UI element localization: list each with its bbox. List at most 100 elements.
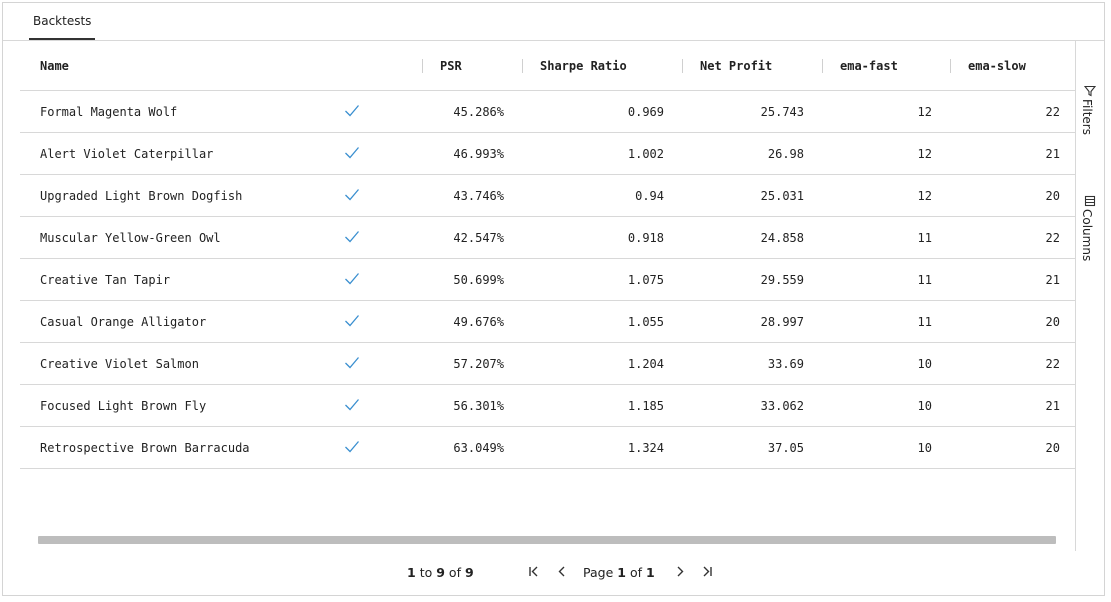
table-row[interactable]: Upgraded Light Brown Dogfish 43.746% 0.94 2… bbox=[20, 175, 1075, 217]
horizontal-scrollbar[interactable] bbox=[38, 536, 1056, 544]
cell-psr: 42.547% bbox=[453, 231, 504, 245]
column-resize-handle[interactable] bbox=[422, 59, 423, 73]
row-count-summary: 1 to 9 of 9 bbox=[407, 565, 474, 580]
cell-ema-slow: 20 bbox=[1045, 189, 1060, 203]
cell-ema-fast: 10 bbox=[917, 441, 932, 455]
table-row[interactable]: Retrospective Brown Barracuda 63.049% 1.32… bbox=[20, 427, 1075, 469]
cell-name: Casual Orange Alligator bbox=[40, 315, 207, 329]
column-header-psr[interactable]: PSR bbox=[440, 41, 462, 91]
pagination-bar: 1 to 9 of 9 Page 1 of 1 bbox=[3, 551, 1104, 597]
check-icon bbox=[345, 189, 359, 201]
cell-sharpe-ratio: 1.185 bbox=[627, 399, 664, 413]
cell-net-profit: 25.743 bbox=[760, 105, 804, 119]
first-page-icon bbox=[529, 566, 538, 577]
previous-page-button[interactable] bbox=[555, 564, 569, 580]
cell-ema-slow: 22 bbox=[1045, 105, 1060, 119]
check-icon bbox=[345, 315, 359, 327]
cell-net-profit: 29.559 bbox=[760, 273, 804, 287]
column-header-name[interactable]: Name bbox=[40, 41, 69, 91]
chevron-left-icon bbox=[558, 566, 565, 577]
cell-psr: 46.993% bbox=[453, 147, 504, 161]
cell-net-profit: 33.062 bbox=[760, 399, 804, 413]
cell-ema-fast: 12 bbox=[917, 105, 932, 119]
cell-ema-slow: 20 bbox=[1045, 441, 1060, 455]
table-row[interactable]: Alert Violet Caterpillar 46.993% 1.002 26.9… bbox=[20, 133, 1075, 175]
cell-net-profit: 24.858 bbox=[760, 231, 804, 245]
cell-name: Upgraded Light Brown Dogfish bbox=[40, 189, 243, 203]
cell-ema-fast: 12 bbox=[917, 147, 932, 161]
cell-net-profit: 28.997 bbox=[760, 315, 804, 329]
column-header-ema-fast[interactable]: ema-fast bbox=[840, 41, 898, 91]
cell-sharpe-ratio: 1.324 bbox=[627, 441, 664, 455]
last-page-button[interactable] bbox=[700, 564, 714, 580]
check-icon bbox=[345, 147, 359, 159]
first-page-button[interactable] bbox=[527, 564, 541, 580]
column-resize-handle[interactable] bbox=[682, 59, 683, 73]
cell-ema-slow: 21 bbox=[1045, 147, 1060, 161]
cell-ema-slow: 22 bbox=[1045, 231, 1060, 245]
cell-net-profit: 25.031 bbox=[760, 189, 804, 203]
column-resize-handle[interactable] bbox=[822, 59, 823, 73]
next-page-button[interactable] bbox=[673, 564, 687, 580]
cell-sharpe-ratio: 1.055 bbox=[627, 315, 664, 329]
cell-net-profit: 26.98 bbox=[767, 147, 804, 161]
cell-sharpe-ratio: 1.075 bbox=[627, 273, 664, 287]
table-row[interactable]: Muscular Yellow-Green Owl 42.547% 0.918 24.… bbox=[20, 217, 1075, 259]
cell-name: Focused Light Brown Fly bbox=[40, 399, 207, 413]
columns-toggle-button[interactable]: Columns bbox=[1080, 195, 1104, 261]
check-icon bbox=[345, 231, 359, 243]
table-row[interactable]: Focused Light Brown Fly 56.301% 1.185 33.06… bbox=[20, 385, 1075, 427]
cell-psr: 49.676% bbox=[453, 315, 504, 329]
tab-backtests[interactable]: Backtests bbox=[29, 3, 96, 40]
cell-sharpe-ratio: 1.002 bbox=[627, 147, 664, 161]
cell-sharpe-ratio: 0.918 bbox=[627, 231, 664, 245]
cell-ema-fast: 11 bbox=[917, 273, 932, 287]
backtests-grid: Name PSR Sharpe Ratio Net Profit ema-fas… bbox=[20, 41, 1076, 551]
cell-ema-fast: 11 bbox=[917, 231, 932, 245]
cell-psr: 57.207% bbox=[453, 357, 504, 371]
cell-psr: 50.699% bbox=[453, 273, 504, 287]
cell-ema-fast: 11 bbox=[917, 315, 932, 329]
cell-name: Creative Violet Salmon bbox=[40, 357, 199, 371]
cell-psr: 45.286% bbox=[453, 105, 504, 119]
check-icon bbox=[345, 273, 359, 285]
table-row[interactable]: Creative Violet Salmon 57.207% 1.204 33.69 1… bbox=[20, 343, 1075, 385]
cell-name: Creative Tan Tapir bbox=[40, 273, 171, 287]
filters-label: Filters bbox=[1080, 99, 1094, 135]
cell-net-profit: 33.69 bbox=[767, 357, 804, 371]
grid-header: Name PSR Sharpe Ratio Net Profit ema-fas… bbox=[20, 41, 1075, 91]
cell-ema-fast: 10 bbox=[917, 399, 932, 413]
filters-toggle-button[interactable]: Filters bbox=[1080, 85, 1104, 135]
cell-psr: 56.301% bbox=[453, 399, 504, 413]
side-panel: Filters Columns bbox=[1076, 41, 1106, 551]
column-header-net-profit[interactable]: Net Profit bbox=[700, 41, 772, 91]
columns-icon bbox=[1080, 195, 1104, 207]
cell-name: Formal Magenta Wolf bbox=[40, 105, 178, 119]
backtests-panel: Backtests Name PSR Sharpe Ratio Net Prof… bbox=[2, 2, 1105, 596]
column-resize-handle[interactable] bbox=[950, 59, 951, 73]
table-row[interactable]: Creative Tan Tapir 50.699% 1.075 29.559 11 21 bbox=[20, 259, 1075, 301]
cell-ema-fast: 12 bbox=[917, 189, 932, 203]
cell-sharpe-ratio: 1.204 bbox=[627, 357, 664, 371]
cell-ema-slow: 20 bbox=[1045, 315, 1060, 329]
cell-sharpe-ratio: 0.94 bbox=[635, 189, 664, 203]
cell-name: Muscular Yellow-Green Owl bbox=[40, 231, 221, 245]
cell-ema-slow: 21 bbox=[1045, 399, 1060, 413]
filter-icon bbox=[1080, 85, 1104, 97]
check-icon bbox=[345, 357, 359, 369]
check-icon bbox=[345, 105, 359, 117]
last-page-icon bbox=[703, 566, 712, 577]
columns-label: Columns bbox=[1080, 209, 1094, 262]
check-icon bbox=[345, 399, 359, 411]
chevron-right-icon bbox=[677, 566, 684, 577]
table-row[interactable]: Casual Orange Alligator 49.676% 1.055 28.99… bbox=[20, 301, 1075, 343]
cell-ema-slow: 21 bbox=[1045, 273, 1060, 287]
table-row[interactable]: Formal Magenta Wolf 45.286% 0.969 25.743 12 2… bbox=[20, 91, 1075, 133]
check-icon bbox=[345, 441, 359, 453]
column-header-ema-slow[interactable]: ema-slow bbox=[968, 41, 1026, 91]
cell-name: Alert Violet Caterpillar bbox=[40, 147, 214, 161]
column-header-sharpe-ratio[interactable]: Sharpe Ratio bbox=[540, 41, 627, 91]
tab-bar: Backtests bbox=[3, 3, 1104, 41]
cell-net-profit: 37.05 bbox=[767, 441, 804, 455]
column-resize-handle[interactable] bbox=[522, 59, 523, 73]
